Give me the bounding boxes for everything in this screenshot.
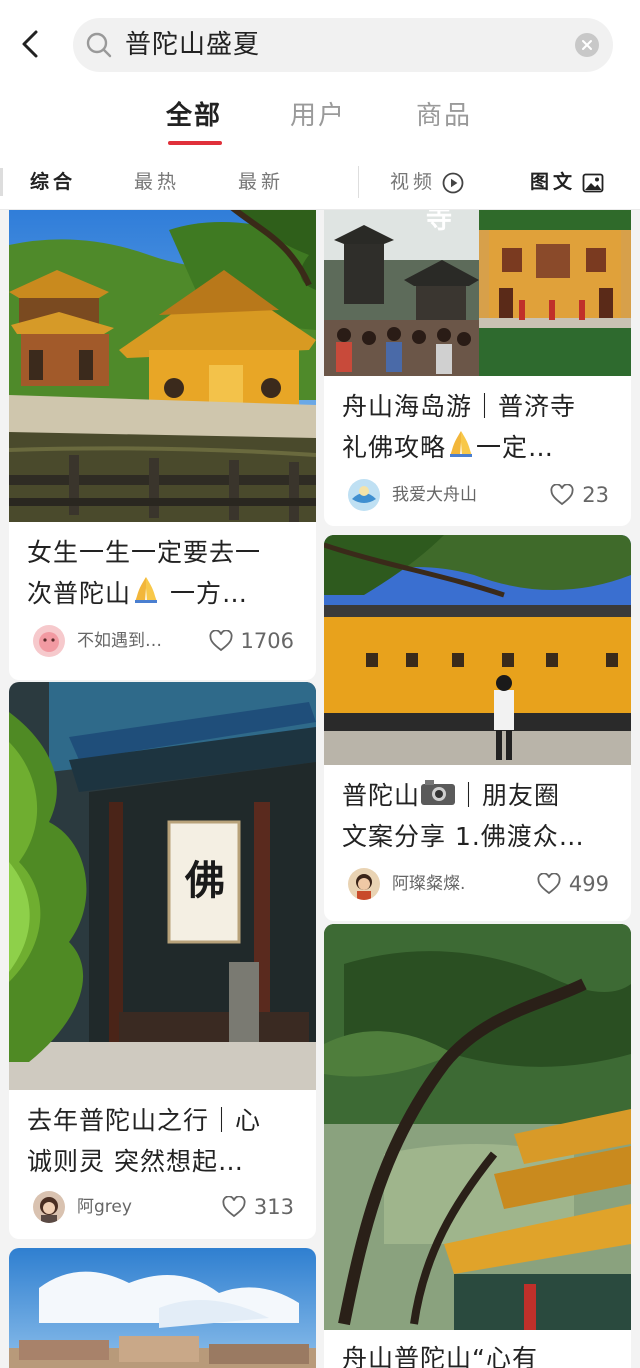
edge-divider (0, 168, 3, 196)
pink-avatar-icon[interactable] (33, 625, 65, 657)
filter-image-text[interactable]: 图文 (530, 156, 604, 208)
post-title-line-2: 次普陀山 一方… (27, 573, 300, 614)
post-title-line-1: 舟山海岛游｜普济寺 (342, 392, 577, 421)
post-footer: 不如遇到… 1706 (27, 624, 300, 658)
post-title-line-2: 诚则灵 突然想起… (27, 1147, 244, 1176)
post-card[interactable]: 普陀山 ｜朋友圈 文案分享 1.佛渡众… 阿璨粲燦. 499 (324, 535, 631, 921)
heart-icon (537, 872, 561, 895)
like-count[interactable]: 313 (222, 1190, 294, 1224)
chevron-left-icon (22, 30, 38, 58)
post-title-line-1-start: 普陀山 (342, 781, 421, 810)
temple-pond-photo (9, 210, 316, 522)
like-count-value: 23 (582, 483, 609, 507)
image-icon (582, 173, 604, 192)
post-cover-image: 佛 (9, 682, 316, 1090)
post-title: 女生一生一定要去一 次普陀山 一方… (27, 532, 300, 614)
post-title-line-1: 女生一生一定要去一 (27, 538, 262, 567)
filter-comprehensive[interactable]: 综合 (30, 156, 76, 208)
tab-products[interactable]: 商品 (416, 96, 472, 136)
author-name[interactable]: 阿grey (77, 1190, 227, 1224)
search-results-feed: 女生一生一定要去一 次普陀山 一方… 不如遇到… 1706 寺 舟山海岛游｜普济… (0, 210, 640, 1368)
play-circle-icon (442, 172, 464, 193)
tree-and-roof-photo (324, 924, 631, 1330)
temple-hall-photo: 佛 (9, 682, 316, 1090)
search-box[interactable]: 普陀山盛夏 (73, 18, 613, 72)
post-title: 舟山海岛游｜普济寺 礼佛攻略 一定… (342, 386, 615, 468)
heart-icon (550, 483, 574, 506)
filter-divider (358, 166, 359, 198)
active-tab-indicator (168, 141, 222, 145)
camera-icon (421, 780, 456, 805)
portrait-avatar-icon[interactable] (33, 1191, 65, 1223)
search-icon (86, 32, 112, 58)
post-cover-image (9, 210, 316, 522)
post-title-line-2-start: 礼佛攻略 (342, 433, 447, 462)
filter-video-label: 视频 (390, 171, 437, 193)
post-title-line-2-start: 次普陀山 (27, 579, 132, 608)
post-card[interactable] (9, 1248, 316, 1368)
post-card[interactable]: 女生一生一定要去一 次普陀山 一方… 不如遇到… 1706 (9, 210, 316, 680)
top-bar: 普陀山盛夏 (0, 0, 640, 90)
post-cover-image (9, 1248, 316, 1368)
like-count[interactable]: 1706 (209, 624, 294, 658)
yellow-temple-wall-photo (324, 535, 631, 765)
author-name[interactable]: 阿璨粲燦. (392, 867, 542, 901)
post-cover-image: 寺 (324, 210, 631, 376)
author-name[interactable]: 我爱大舟山 (392, 478, 542, 512)
post-footer: 我爱大舟山 23 (342, 478, 615, 512)
like-count-value: 499 (568, 872, 609, 896)
main-tabs: 全部 用户 商品 (0, 90, 640, 156)
like-count-value: 1706 (240, 629, 294, 653)
post-title-line-1: 去年普陀山之行｜心 (27, 1106, 262, 1135)
like-count-value: 313 (253, 1195, 294, 1219)
post-card[interactable]: 佛 去年普陀山之行｜心 诚则灵 突然想起… 阿grey 313 (9, 682, 316, 1239)
filter-newest[interactable]: 最新 (238, 156, 284, 208)
post-footer: 阿璨粲燦. 499 (342, 867, 615, 901)
back-button[interactable] (14, 26, 48, 62)
praying-hands-icon (135, 577, 158, 603)
heart-icon (222, 1195, 246, 1218)
clear-search-button[interactable] (575, 33, 599, 57)
post-title-line-2: 文案分享 1.佛渡众… (342, 822, 585, 851)
filter-image-text-label: 图文 (530, 171, 577, 193)
post-title: 舟山普陀山“心有 (342, 1338, 615, 1368)
post-cover-image (324, 535, 631, 765)
post-cover-image (324, 924, 631, 1330)
filter-hottest[interactable]: 最热 (134, 156, 180, 208)
post-card[interactable]: 寺 舟山海岛游｜普济寺 礼佛攻略 一定… 我爱大舟山 23 (324, 210, 631, 526)
like-count[interactable]: 499 (537, 867, 609, 901)
blue-avatar-icon[interactable] (348, 479, 380, 511)
post-title-line-2-end: 一方… (161, 579, 248, 608)
tab-all[interactable]: 全部 (166, 96, 222, 136)
search-input[interactable]: 普陀山盛夏 (125, 18, 260, 72)
temple-placard-text: 佛 (184, 857, 225, 904)
filter-video[interactable]: 视频 (390, 156, 464, 208)
filter-bar: 综合 最热 最新 视频 图文 (0, 156, 640, 210)
sky-and-buildings-photo (9, 1248, 316, 1368)
post-title-line-1: 舟山普陀山“心有 (342, 1344, 538, 1368)
post-footer: 阿grey 313 (27, 1190, 300, 1224)
portrait-avatar-icon[interactable] (348, 868, 380, 900)
post-title-line-2: 礼佛攻略 一定… (342, 427, 615, 468)
heart-icon (209, 629, 233, 652)
tab-users[interactable]: 用户 (290, 96, 346, 136)
post-title: 去年普陀山之行｜心 诚则灵 突然想起… (27, 1100, 300, 1182)
post-card[interactable]: 舟山普陀山“心有 (324, 924, 631, 1368)
temple-collage-photo: 寺 (324, 210, 631, 376)
post-title-line-1-end: ｜朋友圈 (456, 781, 561, 810)
praying-hands-icon (450, 431, 473, 457)
like-count[interactable]: 23 (550, 478, 609, 512)
post-title: 普陀山 ｜朋友圈 文案分享 1.佛渡众… (342, 775, 615, 857)
post-title-line-1: 普陀山 ｜朋友圈 (342, 775, 615, 816)
author-name[interactable]: 不如遇到… (77, 624, 207, 658)
temple-sign-text: 寺 (426, 210, 452, 235)
post-title-line-2-end: 一定… (476, 433, 555, 462)
close-icon (582, 40, 592, 50)
